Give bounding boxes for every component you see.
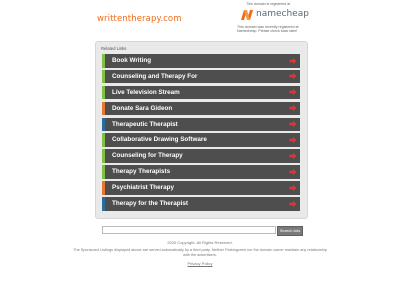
arrow-right-icon xyxy=(289,120,297,128)
arrow-right-icon xyxy=(289,136,297,144)
related-link-item[interactable]: Counseling and Therapy For xyxy=(102,69,300,84)
privacy-policy-link[interactable]: Privacy Policy xyxy=(0,261,400,266)
related-link-label: Therapeutic Therapist xyxy=(112,120,178,128)
domain-name: writtentherapy.com xyxy=(97,14,182,24)
search-ads-button[interactable]: Search Ads xyxy=(277,226,303,236)
arrow-right-icon xyxy=(289,89,297,96)
related-link-label: Counseling and Therapy For xyxy=(112,72,198,80)
related-link-item[interactable]: Donate Sara Gideon xyxy=(102,101,300,116)
related-link-item[interactable]: Therapeutic Therapist xyxy=(102,117,300,132)
copyright: 2020 Copyright. All Rights Reserved. xyxy=(167,240,233,245)
registered-note: This domain was recently registered at N… xyxy=(237,25,299,34)
related-link-label: Donate Sara Gideon xyxy=(112,104,173,112)
arrow-right-icon xyxy=(289,57,297,64)
arrow-right-icon xyxy=(289,168,297,175)
namecheap-logo[interactable]: namecheap xyxy=(240,9,309,21)
arrow-right-icon xyxy=(289,200,297,207)
related-link-item[interactable]: Counseling for Therapy xyxy=(102,149,300,163)
related-link-item[interactable]: Collaborative Drawing Software xyxy=(102,133,300,147)
related-link-label: Book Writing xyxy=(112,57,152,64)
related-links-panel: Related Links Book Writing Counseling and… xyxy=(95,41,308,219)
related-link-label: Collaborative Drawing Software xyxy=(112,136,207,144)
arrow-right-icon xyxy=(289,152,297,160)
registered-note-top: This domain is registered at xyxy=(246,2,291,6)
disclaimer: The Sponsored Listings displayed above a… xyxy=(73,248,327,257)
related-link-item[interactable]: Psychiatrist Therapy xyxy=(102,181,300,195)
arrow-right-icon xyxy=(289,73,297,80)
arrow-right-icon xyxy=(289,184,297,191)
related-link-label: Live Television Stream xyxy=(112,88,180,96)
related-links-list: Book Writing Counseling and Therapy For Li… xyxy=(102,54,300,213)
related-link-item[interactable]: Therapy for the Therapist xyxy=(102,197,300,211)
related-link-label: Therapy for the Therapist xyxy=(112,200,188,208)
related-links-title: Related Links xyxy=(101,46,127,51)
arrow-right-icon xyxy=(289,104,297,112)
related-link-item[interactable]: Live Television Stream xyxy=(102,85,300,100)
related-link-label: Counseling for Therapy xyxy=(112,152,183,160)
related-link-item[interactable]: Book Writing xyxy=(102,54,300,68)
related-link-label: Therapy Therapists xyxy=(112,168,171,176)
namecheap-wordmark: namecheap xyxy=(256,9,309,19)
related-link-label: Psychiatrist Therapy xyxy=(112,184,174,192)
search-input[interactable] xyxy=(102,226,276,234)
search-bar: Search Ads xyxy=(102,226,303,236)
namecheap-n-icon xyxy=(241,10,253,20)
related-link-item[interactable]: Therapy Therapists xyxy=(102,165,300,179)
header: writtentherapy.com This domain is regist… xyxy=(0,0,400,40)
